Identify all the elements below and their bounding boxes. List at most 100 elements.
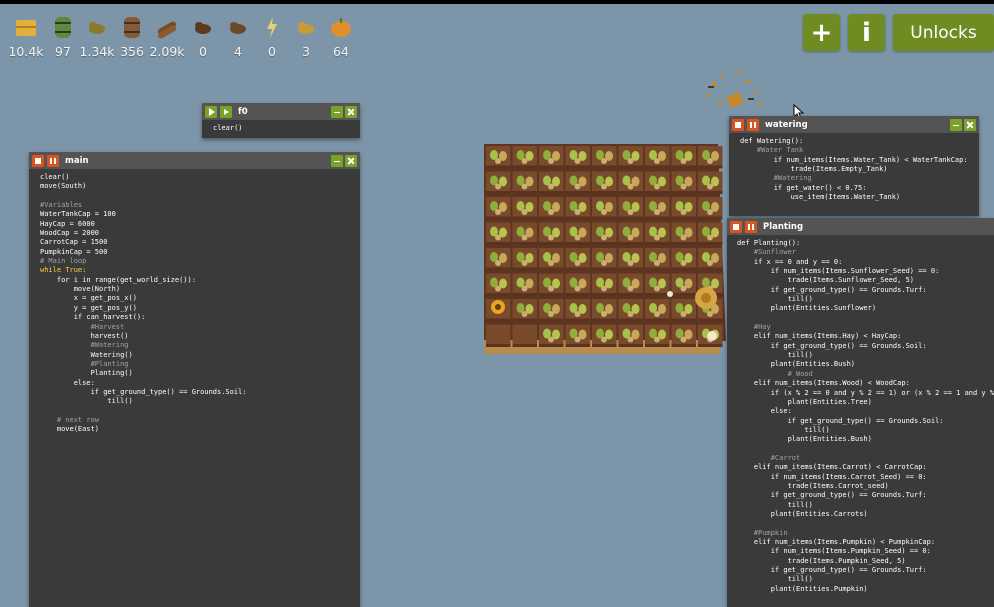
minimize-icon[interactable]: [331, 105, 343, 118]
code-line: # Wood: [737, 369, 813, 378]
crop-bulb: [521, 234, 528, 241]
code-editor[interactable]: clear(): [202, 120, 360, 133]
code-line: if get_water() < 0.75:: [740, 183, 867, 192]
crop-bulb: [680, 336, 687, 343]
code-line: trade(Items.Sunflower_Seed, 5): [737, 276, 915, 285]
cell-shadow: [539, 318, 564, 322]
resource-count: 3: [302, 44, 310, 59]
crop-bulb: [654, 311, 660, 317]
info-button[interactable]: i: [848, 14, 885, 51]
code-line: def Planting():: [737, 239, 801, 247]
minimize-icon[interactable]: [950, 118, 962, 131]
cell-shadow: [592, 216, 617, 220]
add-window-button[interactable]: +: [803, 14, 840, 51]
cell-shadow: [671, 165, 696, 169]
resource-pumpkin-seed: 3: [286, 14, 326, 59]
crop-bulb: [707, 158, 713, 164]
resource-bush: 1.34k: [77, 14, 117, 59]
pause-icon[interactable]: [47, 154, 59, 167]
crop-bulb: [495, 158, 501, 164]
code-line: move(North): [40, 285, 121, 294]
run-icon[interactable]: [205, 105, 217, 118]
window-header[interactable]: main: [29, 152, 360, 169]
code-line: #Watering: [740, 174, 812, 183]
cell-shadow: [645, 242, 670, 245]
crop-bulb: [680, 209, 687, 215]
stop-icon[interactable]: [730, 220, 742, 233]
window-header[interactable]: watering: [729, 116, 979, 133]
step-icon[interactable]: [220, 105, 232, 118]
code-line: WaterTankCap = 100: [40, 210, 116, 219]
code-line: if get_ground_type() == Grounds.Soil:: [40, 387, 247, 396]
crop-bulb: [601, 158, 607, 164]
code-line: if num_items(Items.Water_Tank) < WaterTa…: [740, 155, 968, 164]
crop-bulb: [654, 285, 660, 292]
window-main[interactable]: main clear() move(South) #Variables WaterTa…: [29, 152, 360, 607]
stop-icon[interactable]: [732, 118, 744, 131]
cell-shadow: [486, 318, 511, 322]
cell-shadow: [618, 216, 643, 220]
stop-icon[interactable]: [32, 154, 44, 167]
cell-shadow: [565, 191, 590, 194]
code-line: trade(Items.Pumpkin_Seed, 5): [737, 556, 906, 565]
close-icon[interactable]: [964, 118, 976, 131]
code-line: #Water Tank: [740, 146, 804, 155]
pause-icon[interactable]: [747, 118, 759, 131]
code-line: x = get_pos_x(): [40, 294, 137, 303]
unlocks-button[interactable]: Unlocks: [893, 14, 994, 51]
field-cell[interactable]: [486, 324, 511, 348]
drone-effect: [706, 70, 761, 108]
cell-shadow: [618, 191, 643, 194]
crop-bulb: [627, 209, 634, 215]
pause-icon[interactable]: [745, 220, 757, 233]
crop-bulb: [601, 260, 607, 266]
window-header[interactable]: Planting: [727, 218, 994, 235]
code-line: #Watering: [40, 341, 129, 350]
crop-bulb: [574, 311, 581, 317]
cell-shadow: [539, 344, 564, 347]
window-watering[interactable]: watering def Watering(): #Water Tank if …: [729, 116, 979, 216]
resource-hay: 10.4k: [6, 14, 46, 59]
cell-shadow: [592, 191, 617, 194]
drone-core: [701, 293, 711, 303]
farm-field[interactable]: [476, 136, 736, 358]
code-line: trade(Items.Empty_Tank): [740, 165, 888, 174]
window-header[interactable]: f0: [202, 103, 360, 120]
crop-bulb: [495, 209, 501, 215]
code-line: elif num_items(Items.Hay) < HayCap:: [737, 332, 902, 341]
cell-shadow: [539, 242, 564, 245]
cell-shadow: [512, 191, 537, 194]
spark-icon: [707, 331, 717, 341]
crop-bulb: [548, 336, 554, 343]
code-line: #Planting: [40, 359, 129, 368]
crop-bulb: [601, 285, 607, 292]
close-icon[interactable]: [345, 154, 357, 167]
code-editor[interactable]: def Planting(): #Sunflower if x == 0 and…: [727, 235, 994, 594]
window-title: watering: [765, 119, 808, 130]
code-editor[interactable]: clear() move(South) #Variables WaterTankCap…: [29, 169, 360, 435]
crop-bulb: [574, 183, 581, 190]
code-line: if get_ground_type() == Grounds.Turf:: [737, 566, 927, 575]
window-f0[interactable]: f0 clear(): [202, 103, 360, 138]
code-line: till(): [737, 425, 830, 434]
crop-bulb: [521, 285, 528, 292]
code-line: plant(Entities.Sunflower): [737, 304, 877, 313]
code-editor[interactable]: def Watering(): #Water Tank if num_items…: [729, 133, 979, 202]
crop-bulb: [680, 285, 687, 292]
cell-shadow: [565, 165, 590, 169]
field-cell[interactable]: [512, 324, 538, 348]
minimize-icon[interactable]: [331, 154, 343, 167]
window-planting[interactable]: Planting def Planting(): #Sunflower if x…: [727, 218, 994, 607]
crop-bulb: [495, 285, 501, 292]
crop-bulb: [627, 260, 634, 266]
cell-shadow: [645, 293, 670, 296]
crop-bulb: [680, 183, 687, 190]
pumpkin-icon: [331, 18, 351, 37]
cell-shadow: [539, 191, 564, 194]
cell-shadow: [671, 242, 696, 245]
cell-shadow: [486, 216, 511, 220]
code-line: for i in range(get_world_size()):: [40, 275, 196, 284]
close-icon[interactable]: [345, 105, 357, 118]
crop-bulb: [495, 183, 501, 190]
crop-bulb: [654, 336, 660, 343]
